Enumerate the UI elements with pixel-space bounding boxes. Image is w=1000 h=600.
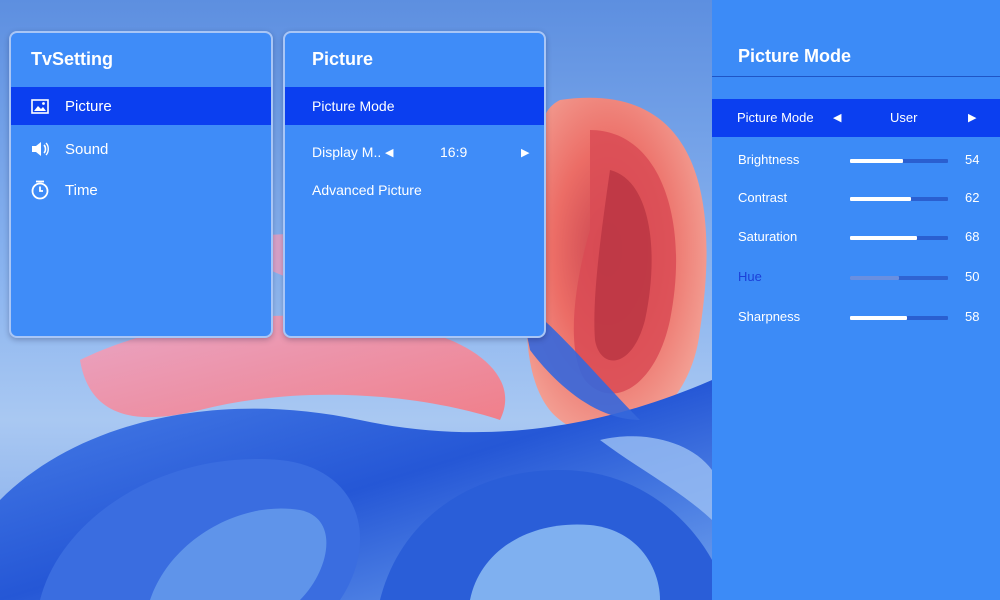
slider-label: Hue xyxy=(738,269,762,284)
brightness-slider[interactable]: Brightness 54 xyxy=(712,148,1000,172)
slider-track[interactable] xyxy=(850,236,948,240)
picture-panel-title: Picture xyxy=(312,49,374,69)
slider-value: 62 xyxy=(965,190,980,205)
advanced-picture-label: Advanced Picture xyxy=(312,182,422,198)
slider-track[interactable] xyxy=(850,197,948,201)
picture-mode-selector[interactable]: Picture Mode ◀ User ▶ xyxy=(712,99,1000,137)
picture-panel: Picture Picture Mode Display M.. ◀ 16:9 … xyxy=(283,31,546,338)
slider-value: 50 xyxy=(965,269,980,284)
arrow-right-icon[interactable]: ▶ xyxy=(968,111,976,124)
slider-fill xyxy=(850,236,917,240)
picture-mode-value: User xyxy=(890,110,918,125)
divider xyxy=(712,76,1000,77)
slider-label: Saturation xyxy=(738,229,798,244)
slider-value: 54 xyxy=(965,152,980,167)
arrow-left-icon[interactable]: ◀ xyxy=(833,111,841,124)
arrow-right-icon[interactable]: ▶ xyxy=(521,146,529,159)
slider-fill xyxy=(850,316,907,320)
advanced-picture-item[interactable]: Advanced Picture xyxy=(285,171,544,209)
saturation-slider[interactable]: Saturation 68 xyxy=(712,225,1000,249)
slider-label: Sharpness xyxy=(738,309,801,324)
arrow-left-icon[interactable]: ◀ xyxy=(385,146,393,159)
menu-item-sound[interactable]: Sound xyxy=(11,130,271,168)
picture-mode-selector-label: Picture Mode xyxy=(737,110,814,125)
hue-slider: Hue 50 xyxy=(712,265,1000,289)
slider-value: 58 xyxy=(965,309,980,324)
sidebar-title: Picture Mode xyxy=(738,46,852,66)
display-mode-label: Display M.. xyxy=(312,144,382,160)
slider-fill xyxy=(850,276,899,280)
slider-label: Brightness xyxy=(738,152,800,167)
menu-item-time[interactable]: Time xyxy=(11,171,271,209)
contrast-slider[interactable]: Contrast 62 xyxy=(712,186,1000,210)
slider-value: 68 xyxy=(965,229,980,244)
speaker-icon xyxy=(29,138,51,160)
slider-track[interactable] xyxy=(850,316,948,320)
slider-label: Contrast xyxy=(738,190,788,205)
tv-setting-title: TvSetting xyxy=(31,49,114,69)
tv-setting-panel: TvSetting Picture Sound Time xyxy=(9,31,273,338)
sharpness-slider[interactable]: Sharpness 58 xyxy=(712,305,1000,329)
slider-fill xyxy=(850,159,903,163)
slider-track[interactable] xyxy=(850,159,948,163)
menu-item-picture[interactable]: Picture xyxy=(11,87,271,125)
image-icon xyxy=(29,95,51,117)
display-mode-item[interactable]: Display M.. ◀ 16:9 ▶ xyxy=(285,133,544,171)
display-mode-value: 16:9 xyxy=(440,144,468,160)
clock-icon xyxy=(29,179,51,201)
slider-fill xyxy=(850,197,911,201)
menu-item-label: Picture xyxy=(65,97,112,115)
picture-mode-label: Picture Mode xyxy=(312,98,395,114)
picture-mode-sidebar: Picture Mode Picture Mode ◀ User ▶ Brigh… xyxy=(712,0,1000,600)
picture-mode-item[interactable]: Picture Mode xyxy=(285,87,544,125)
menu-item-label: Time xyxy=(65,181,98,199)
menu-item-label: Sound xyxy=(65,140,109,158)
slider-track xyxy=(850,276,948,280)
